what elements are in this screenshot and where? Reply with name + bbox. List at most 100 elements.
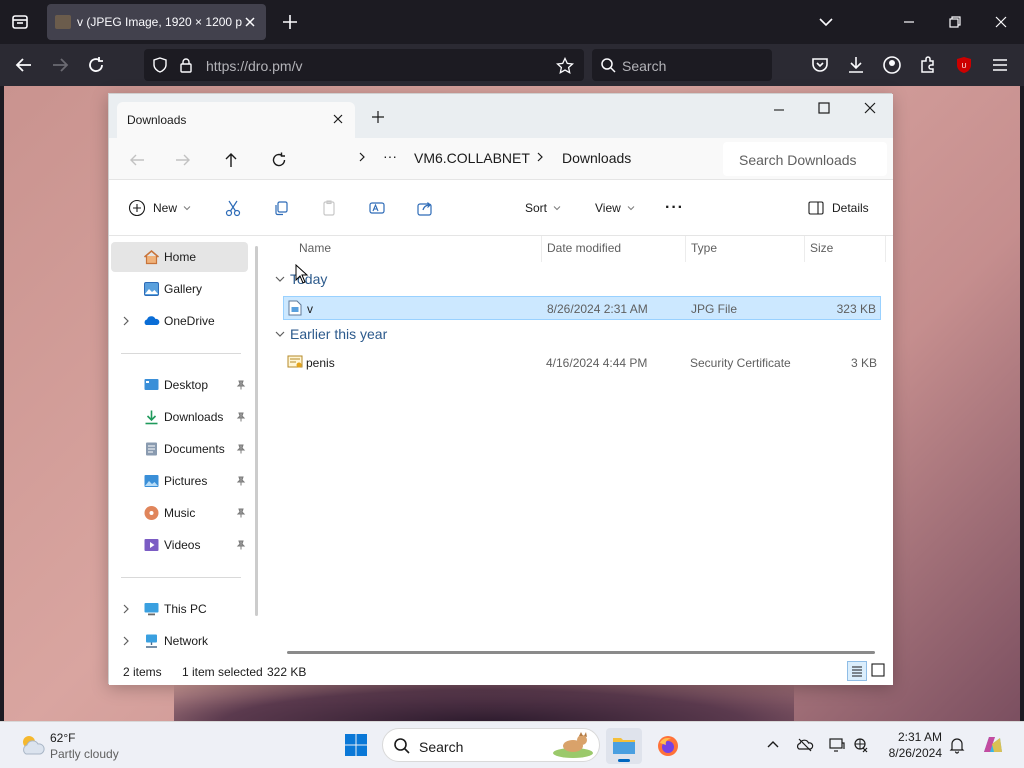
up-arrow-icon[interactable]: [219, 148, 243, 172]
chevron-down-icon[interactable]: [275, 330, 285, 338]
explorer-search-input[interactable]: Search Downloads: [723, 142, 887, 176]
sidebar-item-music[interactable]: Music: [111, 498, 248, 528]
file-row[interactable]: v 8/26/2024 2:31 AM JPG File 323 KB: [283, 296, 881, 320]
close-tab-icon[interactable]: [331, 112, 345, 129]
search-highlight-dog-icon: [553, 732, 593, 758]
breadcrumb-item-downloads[interactable]: Downloads: [562, 150, 631, 166]
sidebar-item-pictures[interactable]: Pictures: [111, 466, 248, 496]
new-tab-plus-icon[interactable]: [280, 12, 300, 32]
chevron-down-icon[interactable]: [816, 12, 836, 32]
taskbar-search-label: Search: [419, 739, 464, 755]
chevron-right-icon[interactable]: [357, 150, 367, 164]
paste-button[interactable]: [319, 196, 339, 220]
chevron-down-icon[interactable]: [275, 275, 285, 283]
minimize-icon[interactable]: [771, 102, 787, 121]
column-header-size[interactable]: Size: [810, 241, 833, 255]
column-divider[interactable]: [885, 236, 886, 262]
back-arrow-icon[interactable]: [125, 148, 149, 172]
refresh-icon[interactable]: [267, 148, 291, 172]
tiles-view-icon[interactable]: [869, 661, 889, 681]
firefox-taskbar-app[interactable]: [650, 728, 686, 764]
shield-icon[interactable]: [152, 57, 168, 76]
close-window-icon[interactable]: [989, 10, 1013, 34]
sidebar-scrollbar[interactable]: [255, 246, 258, 616]
sidebar-item-downloads[interactable]: Downloads: [111, 402, 248, 432]
url-path: /v: [291, 58, 303, 74]
menu-icon[interactable]: [988, 53, 1012, 77]
restore-icon[interactable]: [943, 10, 967, 34]
bookmark-star-icon[interactable]: [555, 56, 575, 78]
sidebar-item-gallery[interactable]: Gallery: [111, 274, 248, 304]
browser-tab[interactable]: v (JPEG Image, 1920 × 1200 pixels): [47, 4, 266, 40]
share-button[interactable]: [415, 196, 435, 220]
extensions-icon[interactable]: [916, 53, 940, 77]
url-bar[interactable]: https://dro.pm/v: [144, 49, 584, 81]
group-header-earlier-this-year[interactable]: Earlier this year: [290, 326, 387, 342]
horizontal-scrollbar[interactable]: [287, 651, 875, 654]
onedrive-offline-icon[interactable]: [796, 736, 814, 754]
forward-arrow-icon[interactable]: [48, 53, 72, 77]
pocket-icon[interactable]: [808, 53, 832, 77]
system-clock[interactable]: 2:31 AM 8/26/2024: [884, 729, 942, 761]
sidebar-item-onedrive[interactable]: OneDrive: [111, 306, 248, 336]
breadcrumb-item-computer[interactable]: VM6.COLLABNET: [414, 150, 530, 166]
sidebar-item-videos[interactable]: Videos: [111, 530, 248, 560]
start-button[interactable]: [344, 733, 368, 757]
network-status-icon[interactable]: [852, 736, 870, 754]
firefox-view-icon[interactable]: [8, 10, 32, 34]
column-divider[interactable]: [804, 236, 805, 262]
download-icon[interactable]: [844, 53, 868, 77]
file-type: Security Certificate: [690, 356, 791, 370]
sidebar-divider: [121, 353, 241, 354]
close-window-icon[interactable]: [862, 100, 878, 119]
sidebar-item-this-pc[interactable]: This PC: [111, 594, 248, 624]
sidebar-item-home[interactable]: Home: [111, 242, 248, 272]
reload-icon[interactable]: [84, 53, 108, 77]
weather-widget[interactable]: 62°F Partly cloudy: [18, 730, 158, 762]
gallery-icon: [144, 282, 159, 296]
copy-button[interactable]: [271, 196, 291, 220]
account-icon[interactable]: [880, 53, 904, 77]
details-pane-button[interactable]: Details: [806, 196, 869, 220]
browser-tab-strip: v (JPEG Image, 1920 × 1200 pixels): [0, 0, 1024, 44]
file-explorer-taskbar-app[interactable]: [606, 728, 642, 764]
column-header-type[interactable]: Type: [691, 241, 717, 255]
sidebar-item-desktop[interactable]: Desktop: [111, 370, 248, 400]
column-header-name[interactable]: Name: [299, 241, 331, 255]
browser-search-bar[interactable]: Search: [592, 49, 772, 81]
chevron-right-icon[interactable]: [535, 150, 545, 164]
view-button[interactable]: View: [593, 196, 635, 220]
close-tab-icon[interactable]: [242, 14, 258, 30]
selection-size: 322 KB: [267, 665, 307, 679]
back-arrow-icon[interactable]: [12, 53, 36, 77]
taskbar-search-box[interactable]: Search: [382, 728, 600, 762]
lock-icon[interactable]: [178, 57, 194, 76]
file-row[interactable]: penis 4/16/2024 4:44 PM Security Certifi…: [283, 351, 881, 375]
column-divider[interactable]: [541, 236, 542, 262]
cut-button[interactable]: [223, 196, 243, 220]
sort-button[interactable]: Sort: [521, 196, 561, 220]
url-text: https://dro.pm/v: [206, 58, 302, 74]
sidebar-item-documents[interactable]: Documents: [111, 434, 248, 464]
minimize-icon[interactable]: [897, 10, 921, 34]
chevron-right-icon: [123, 604, 129, 614]
rename-icon: [369, 202, 385, 214]
breadcrumb-overflow[interactable]: ···: [383, 148, 397, 164]
display-icon[interactable]: [828, 736, 846, 754]
details-view-icon[interactable]: [847, 661, 867, 681]
explorer-tab[interactable]: Downloads: [117, 102, 355, 138]
more-options-button[interactable]: ···: [665, 196, 684, 220]
maximize-icon[interactable]: [816, 100, 832, 119]
forward-arrow-icon[interactable]: [171, 148, 195, 172]
sidebar-item-network[interactable]: Network: [111, 626, 248, 656]
copilot-icon[interactable]: [980, 732, 1006, 758]
notification-bell-icon[interactable]: [948, 736, 966, 754]
column-header-date[interactable]: Date modified: [547, 241, 621, 255]
new-button[interactable]: New: [127, 196, 191, 220]
plus-circle-icon: [128, 199, 146, 217]
chevron-up-icon[interactable]: [764, 736, 782, 754]
add-tab-icon[interactable]: [371, 110, 385, 127]
column-divider[interactable]: [685, 236, 686, 262]
rename-button[interactable]: [367, 196, 387, 220]
ublock-origin-icon[interactable]: U: [952, 53, 976, 77]
